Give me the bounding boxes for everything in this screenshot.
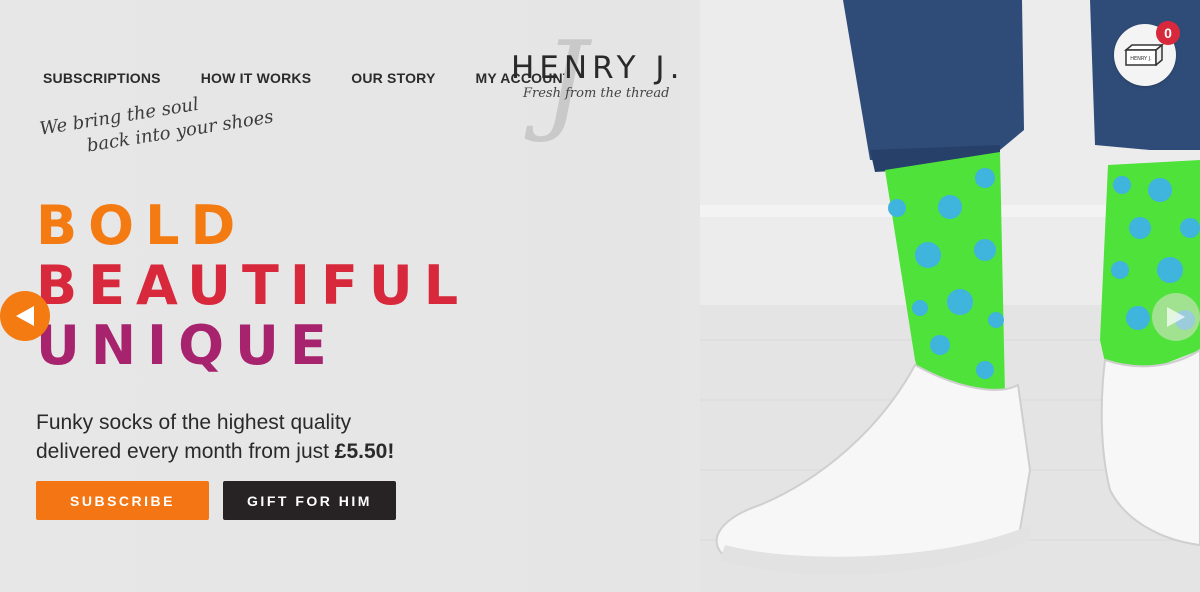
hero-headline: BOLD BEAUTIFUL UNIQUE: [36, 196, 469, 376]
price: £5.50!: [334, 440, 395, 463]
cart-box-icon: HENRY J.: [1124, 44, 1164, 66]
nav-our-story[interactable]: OUR STORY: [351, 70, 435, 86]
nav-subscriptions[interactable]: SUBSCRIPTIONS: [43, 70, 161, 86]
subscribe-button[interactable]: SUBSCRIBE: [36, 481, 209, 520]
hero-subtext: Funky socks of the highest quality deliv…: [36, 408, 394, 466]
cart-box-label: HENRY J.: [1130, 56, 1152, 62]
headline-unique: UNIQUE: [36, 314, 338, 377]
slider-prev-button[interactable]: [0, 291, 50, 341]
subtext-line-2: delivered every month from just £5.50!: [36, 437, 394, 466]
logo-name: HENRY J.: [511, 50, 685, 86]
arrow-left-icon: [16, 306, 34, 326]
logo-tagline: Fresh from the thread: [523, 86, 670, 101]
gift-for-him-button[interactable]: GIFT FOR HIM: [223, 481, 396, 520]
subtext-line-2-text: delivered every month from just: [36, 440, 335, 463]
arrow-right-icon: [1167, 307, 1185, 327]
headline-beautiful: BEAUTIFUL: [36, 254, 470, 317]
subtext-line-1: Funky socks of the highest quality: [36, 411, 352, 434]
headline-bold: BOLD: [36, 194, 247, 257]
cart-button[interactable]: HENRY J. 0: [1114, 21, 1180, 86]
brand-logo[interactable]: J HENRY J. Fresh from the thread: [505, 26, 705, 138]
cart-count-badge: 0: [1156, 21, 1180, 45]
slider-next-button[interactable]: [1152, 293, 1200, 341]
